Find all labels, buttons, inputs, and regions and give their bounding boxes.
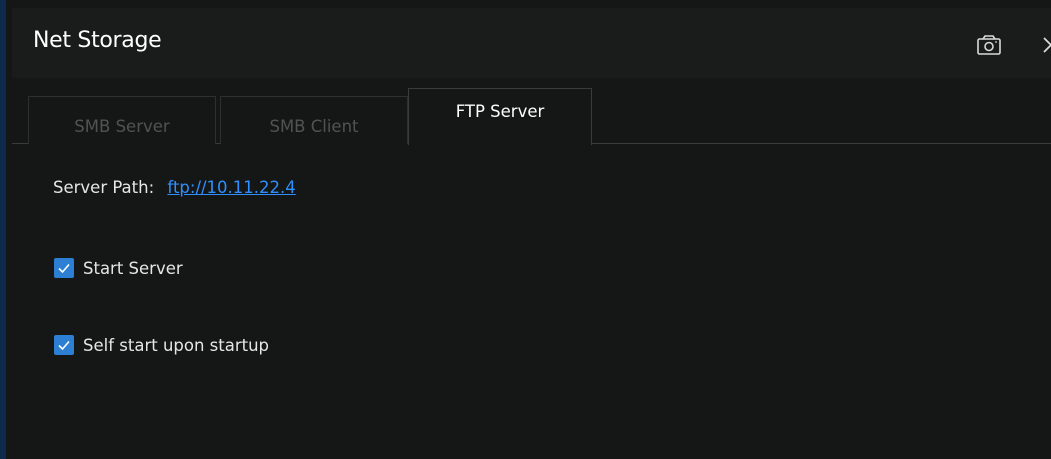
checkmark-icon xyxy=(58,263,70,274)
tab-ftp-server[interactable]: FTP Server xyxy=(408,88,592,145)
dialog-title: Net Storage xyxy=(33,28,162,53)
self-start-checkbox[interactable] xyxy=(54,335,74,355)
ftp-server-panel: Server Path: ftp://10.11.22.4 Start Serv… xyxy=(12,144,1051,459)
server-path-row: Server Path: ftp://10.11.22.4 xyxy=(53,178,296,197)
close-icon xyxy=(1043,37,1051,53)
title-bar: Net Storage xyxy=(12,8,1051,78)
tab-smb-server[interactable]: SMB Server xyxy=(28,96,216,144)
camera-icon xyxy=(977,35,1001,55)
close-button[interactable] xyxy=(1036,30,1051,60)
tab-label: SMB Client xyxy=(269,117,359,136)
self-start-option[interactable]: Self start upon startup xyxy=(54,335,269,355)
tab-smb-client[interactable]: SMB Client xyxy=(220,96,408,144)
net-storage-dialog: Net Storage SMB Server SMB Client FTP Se… xyxy=(0,0,1051,459)
server-path-link[interactable]: ftp://10.11.22.4 xyxy=(167,178,295,197)
start-server-checkbox[interactable] xyxy=(54,258,74,278)
self-start-label: Self start upon startup xyxy=(83,335,270,355)
tab-label: SMB Server xyxy=(74,117,170,136)
start-server-option[interactable]: Start Server xyxy=(54,258,183,278)
server-path-label: Server Path: xyxy=(53,178,155,197)
checkmark-icon xyxy=(58,340,70,351)
screenshot-button[interactable] xyxy=(972,30,1006,60)
start-server-label: Start Server xyxy=(83,258,183,278)
tab-label: FTP Server xyxy=(455,101,545,121)
